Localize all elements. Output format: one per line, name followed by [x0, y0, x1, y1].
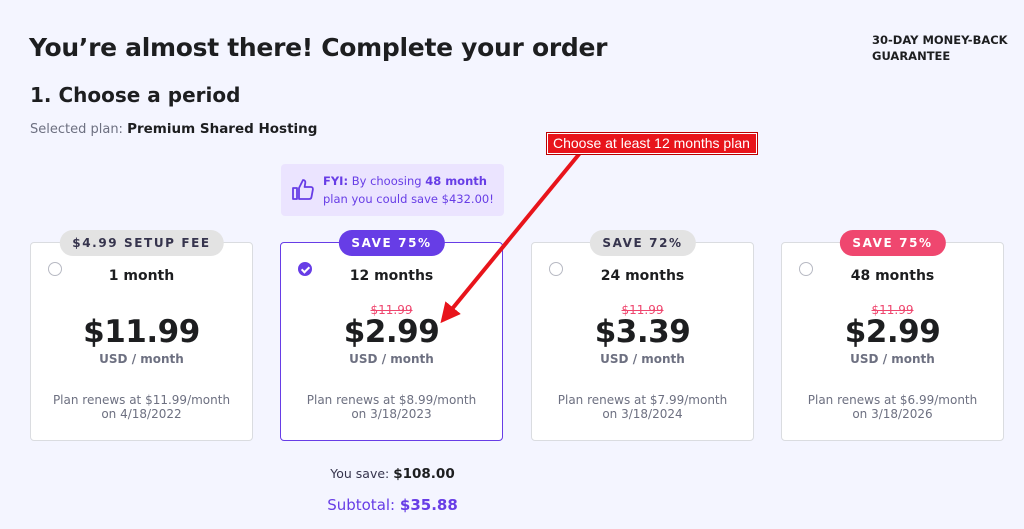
page-title: You’re almost there! Complete your order	[29, 33, 608, 62]
discount-badge: SAVE 75%	[839, 230, 946, 256]
fyi-text: FYI: By choosing 48 month plan you could…	[323, 172, 494, 208]
fyi-prefix: FYI:	[323, 174, 349, 188]
plan-card-24-months[interactable]: SAVE 72% 24 months $11.99 $3.39 USD / mo…	[531, 230, 754, 441]
renewal-date: on 3/18/2026	[852, 407, 933, 421]
fyi-highlight: 48 month	[425, 174, 487, 188]
subtotal-value: $35.88	[399, 496, 458, 514]
discount-badge: SAVE 75%	[338, 230, 445, 256]
plan-period: 12 months	[349, 268, 434, 284]
setup-fee-badge: $4.99 SETUP FEE	[59, 230, 224, 256]
subtotal-summary: Subtotal: $35.88	[280, 496, 505, 514]
fyi-tip: FYI: By choosing 48 month plan you could…	[281, 164, 504, 216]
fyi-text-part2: plan you could save $432.00!	[323, 192, 494, 206]
plan-period: 1 month	[108, 268, 175, 284]
plan-price-unit: USD / month	[850, 352, 935, 366]
plan-price-unit: USD / month	[600, 352, 685, 366]
section-title: 1. Choose a period	[30, 83, 241, 107]
discount-badge: SAVE 72%	[589, 230, 696, 256]
plan-renewal-info: Plan renews at $7.99/month on 3/18/2024	[532, 393, 753, 421]
plan-price: $3.39	[594, 314, 691, 350]
annotation-callout: Choose at least 12 months plan	[547, 133, 757, 154]
plan-card-1-month[interactable]: $4.99 SETUP FEE 1 month $11.99 USD / mon…	[30, 230, 253, 441]
plan-price: $11.99	[83, 314, 200, 350]
selected-plan-value: Premium Shared Hosting	[127, 121, 318, 137]
money-back-guarantee: 30-DAY MONEY-BACK GUARANTEE	[872, 33, 1008, 63]
thumbs-up-icon	[292, 179, 314, 200]
plan-card-48-months[interactable]: SAVE 75% 48 months $11.99 $2.99 USD / mo…	[781, 230, 1004, 441]
plan-renewal-info: Plan renews at $8.99/month on 3/18/2023	[281, 393, 502, 421]
subtotal-label: Subtotal:	[327, 496, 396, 514]
renewal-date: on 3/18/2024	[602, 407, 683, 421]
renewal-price: Plan renews at $7.99/month	[557, 393, 728, 407]
plan-renewal-info: Plan renews at $6.99/month on 3/18/2026	[782, 393, 1003, 421]
renewal-price: Plan renews at $8.99/month	[306, 393, 477, 407]
you-save-value: $108.00	[393, 466, 455, 482]
plan-period: 48 months	[850, 268, 935, 284]
renewal-price: Plan renews at $6.99/month	[807, 393, 978, 407]
selected-plan-info: Selected plan: Premium Shared Hosting	[30, 121, 317, 137]
plan-price: $2.99	[844, 314, 941, 350]
plan-renewal-info: Plan renews at $11.99/month on 4/18/2022	[31, 393, 252, 421]
selected-plan-label: Selected plan:	[30, 122, 123, 137]
renewal-price: Plan renews at $11.99/month	[52, 393, 231, 407]
plan-price-unit: USD / month	[99, 352, 184, 366]
plan-card-12-months[interactable]: SAVE 75% 12 months $11.99 $2.99 USD / mo…	[280, 230, 503, 441]
plan-period: 24 months	[600, 268, 685, 284]
fyi-text-part1: By choosing	[351, 174, 422, 188]
renewal-date: on 3/18/2023	[351, 407, 432, 421]
plan-price-unit: USD / month	[349, 352, 434, 366]
you-save-summary: You save: $108.00	[280, 466, 505, 482]
renewal-date: on 4/18/2022	[101, 407, 182, 421]
you-save-label: You save:	[330, 466, 390, 481]
plan-price: $2.99	[343, 314, 440, 350]
